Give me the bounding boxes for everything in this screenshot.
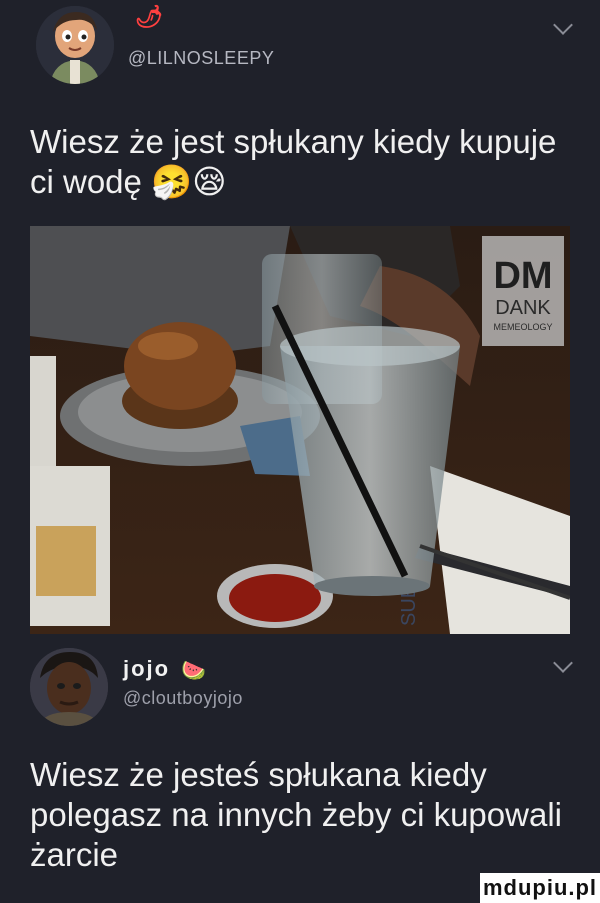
logo-dank: DANK	[495, 297, 551, 319]
tweet-1: 🌶 @LILNOSLEEPY Wiesz że jest spłukany ki…	[0, 0, 600, 200]
chevron-down-icon[interactable]	[553, 653, 573, 673]
tweet-2: jojo 🍉 @cloutboyjojo Wiesz że jesteś spł…	[0, 640, 600, 903]
cartoon-avatar-icon	[36, 6, 114, 84]
user-handle[interactable]: @LILNOSLEEPY	[128, 48, 274, 69]
watermelon-badge: 🍉	[181, 660, 206, 682]
tweet-photo[interactable]: SUB DM DANK MEMEOLOGY	[30, 226, 570, 634]
photo-burger-water-glass: SUB DM DANK MEMEOLOGY	[30, 226, 570, 634]
site-watermark: mdupiu.pl	[480, 873, 600, 903]
chevron-down-icon[interactable]	[553, 15, 573, 35]
avatar[interactable]	[30, 648, 108, 726]
logo-dm: DM	[493, 255, 552, 297]
logo-memeology: MEMEOLOGY	[493, 322, 552, 332]
display-name[interactable]: jojo	[123, 656, 170, 682]
tweet-text: Wiesz że jesteś spłukana kiedy polegasz …	[30, 756, 562, 873]
avatar[interactable]	[36, 6, 114, 84]
tweet-text: Wiesz że jest spłukany kiedy kupuje ci w…	[30, 123, 557, 200]
chili-badge: 🌶	[135, 4, 163, 29]
user-avatar-icon	[30, 648, 108, 726]
user-handle[interactable]: @cloutboyjojo	[123, 688, 243, 709]
